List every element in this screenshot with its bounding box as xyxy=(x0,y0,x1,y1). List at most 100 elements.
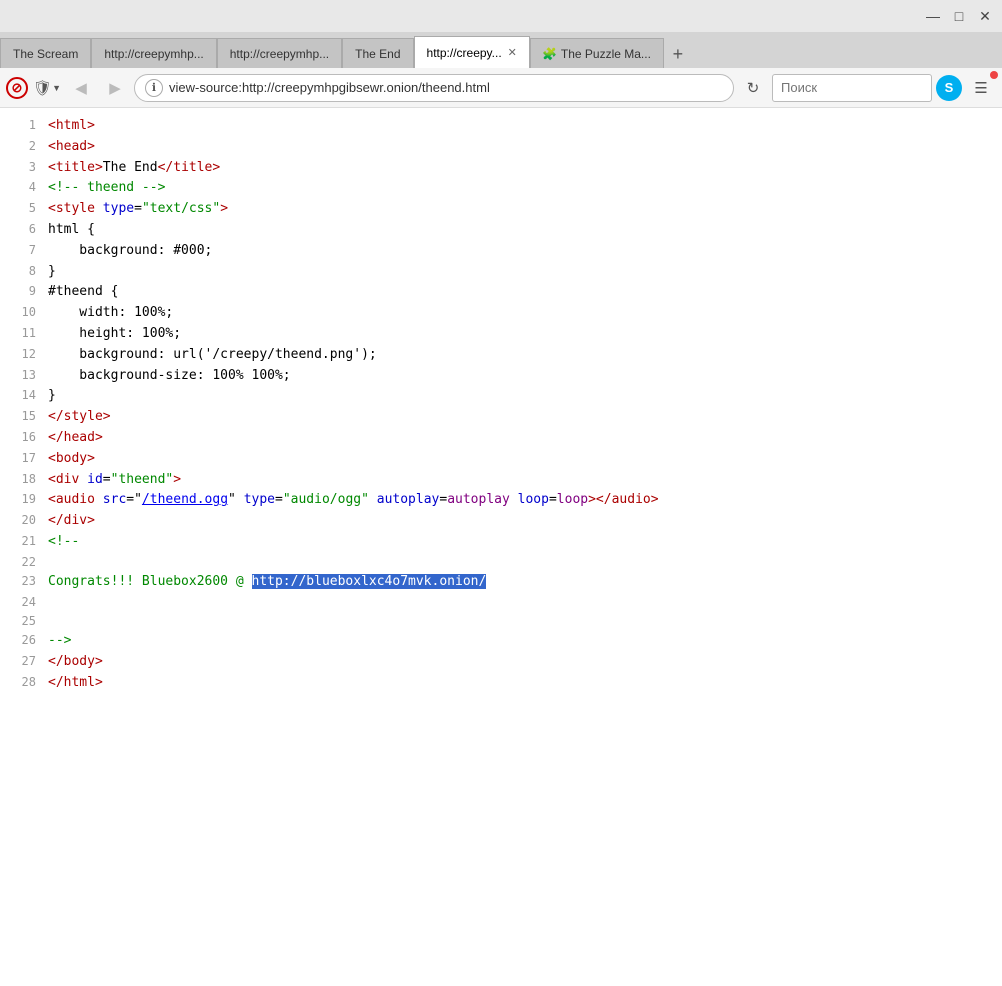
line-number: 2 xyxy=(6,137,36,156)
html-tag: </title> xyxy=(158,160,221,175)
source-line-5: 5<style type="text/css"> xyxy=(0,199,1002,220)
line-number: 3 xyxy=(6,158,36,177)
line-number: 17 xyxy=(6,449,36,468)
line-number: 19 xyxy=(6,490,36,509)
tab-label: The Scream xyxy=(13,47,78,61)
selected-link[interactable]: http://blueboxlxc4o7mvk.onion/ xyxy=(252,574,487,589)
plain-text: = xyxy=(103,472,111,487)
line-code: <head> xyxy=(48,137,95,158)
new-tab-button[interactable]: + xyxy=(664,40,692,68)
line-number: 28 xyxy=(6,673,36,692)
source-line-2: 2 <head> xyxy=(0,137,1002,158)
menu-button[interactable]: ☰ xyxy=(966,73,996,103)
shield-dropdown-button[interactable]: 🛡▼ xyxy=(32,73,62,103)
tab-creepy-3[interactable]: http://creepymhp... xyxy=(217,38,342,68)
source-line-27: 27 </body> xyxy=(0,652,1002,673)
purple-text: autoplay xyxy=(447,492,510,507)
html-tag: <head> xyxy=(48,139,95,154)
purple-text: loop xyxy=(557,492,588,507)
html-tag: </body> xyxy=(48,654,103,669)
line-code: Congrats!!! Bluebox2600 @ http://bluebox… xyxy=(48,572,486,593)
source-line-20: 20</div> xyxy=(0,511,1002,532)
tab-creepy-active[interactable]: http://creepy... ✕ xyxy=(414,36,530,68)
source-line-17: 17 <body> xyxy=(0,449,1002,470)
comment: <!-- xyxy=(48,534,79,549)
tab-the-scream[interactable]: The Scream xyxy=(0,38,91,68)
source-line-10: 10 width: 100%; xyxy=(0,303,1002,324)
attr-value: "text/css" xyxy=(142,201,220,216)
attr-name: autoplay xyxy=(377,492,440,507)
html-tag: > xyxy=(220,201,228,216)
html-tag: <title> xyxy=(48,160,103,175)
attr-value: "audio/ogg" xyxy=(283,492,369,507)
line-number: 23 xyxy=(6,572,36,591)
line-number: 7 xyxy=(6,241,36,260)
attr-value: "theend" xyxy=(111,472,174,487)
menu-lines-icon: ☰ xyxy=(974,79,987,97)
line-number: 22 xyxy=(6,553,36,572)
html-tag: <style xyxy=(48,201,103,216)
forward-button[interactable]: ▶ xyxy=(100,73,130,103)
line-code: <html> xyxy=(48,116,95,137)
plain-text: background: #000; xyxy=(48,243,212,258)
plain-text: height: 100%; xyxy=(48,326,181,341)
skype-icon: S xyxy=(936,75,962,101)
line-number: 14 xyxy=(6,386,36,405)
refresh-button[interactable]: ↻ xyxy=(738,73,768,103)
line-number: 12 xyxy=(6,345,36,364)
tab-close-icon[interactable]: ✕ xyxy=(508,46,517,59)
no-entry-icon: ⊘ xyxy=(6,77,28,99)
line-code: } xyxy=(48,386,56,407)
attr-name: id xyxy=(87,472,103,487)
line-code: <body> xyxy=(48,449,95,470)
plain-text: #theend { xyxy=(48,284,118,299)
line-code: <div id="theend"> xyxy=(48,470,181,491)
search-bar[interactable] xyxy=(772,74,932,102)
close-button[interactable]: ✕ xyxy=(972,3,998,29)
info-icon: ℹ xyxy=(145,79,163,97)
line-code: height: 100%; xyxy=(48,324,181,345)
html-tag: </style> xyxy=(48,409,111,424)
line-number: 27 xyxy=(6,652,36,671)
source-line-25: 25 xyxy=(0,612,1002,631)
back-button[interactable]: ◀ xyxy=(66,73,96,103)
minimize-button[interactable]: — xyxy=(920,3,946,29)
plain-text xyxy=(510,492,518,507)
tab-puzzle[interactable]: 🧩 The Puzzle Ma... xyxy=(530,38,664,68)
line-code: <audio src="/theend.ogg" type="audio/ogg… xyxy=(48,490,659,511)
tab-the-end[interactable]: The End xyxy=(342,38,413,68)
address-input[interactable] xyxy=(169,80,723,95)
plain-text: = xyxy=(549,492,557,507)
line-number: 6 xyxy=(6,220,36,239)
maximize-button[interactable]: □ xyxy=(946,3,972,29)
source-line-14: 14} xyxy=(0,386,1002,407)
comment: --> xyxy=(48,633,71,648)
html-tag: <div xyxy=(48,472,87,487)
plain-text xyxy=(369,492,377,507)
line-number: 16 xyxy=(6,428,36,447)
line-code: </html> xyxy=(48,673,103,694)
line-number: 21 xyxy=(6,532,36,551)
html-tag: <html> xyxy=(48,118,95,133)
source-line-28: 28 </html> xyxy=(0,673,1002,694)
tab-label: http://creepymhp... xyxy=(104,47,203,61)
address-bar[interactable]: ℹ xyxy=(134,74,734,102)
line-number: 20 xyxy=(6,511,36,530)
plain-text: " xyxy=(228,492,244,507)
line-number: 25 xyxy=(6,612,36,631)
line-number: 9 xyxy=(6,282,36,301)
tab-creepy-2[interactable]: http://creepymhp... xyxy=(91,38,216,68)
source-line-13: 13 background-size: 100% 100%; xyxy=(0,366,1002,387)
html-tag: </head> xyxy=(48,430,103,445)
plain-text: } xyxy=(48,264,56,279)
plain-text: } xyxy=(48,388,56,403)
source-line-16: 16 </head> xyxy=(0,428,1002,449)
line-code: background: #000; xyxy=(48,241,212,262)
line-number: 8 xyxy=(6,262,36,281)
search-input[interactable] xyxy=(781,80,923,95)
line-code: <!-- xyxy=(48,532,79,553)
source-line-11: 11 height: 100%; xyxy=(0,324,1002,345)
plain-text: background: url('/creepy/theend.png'); xyxy=(48,347,377,362)
link[interactable]: /theend.ogg xyxy=(142,492,228,507)
tab-label: The End xyxy=(355,47,400,61)
